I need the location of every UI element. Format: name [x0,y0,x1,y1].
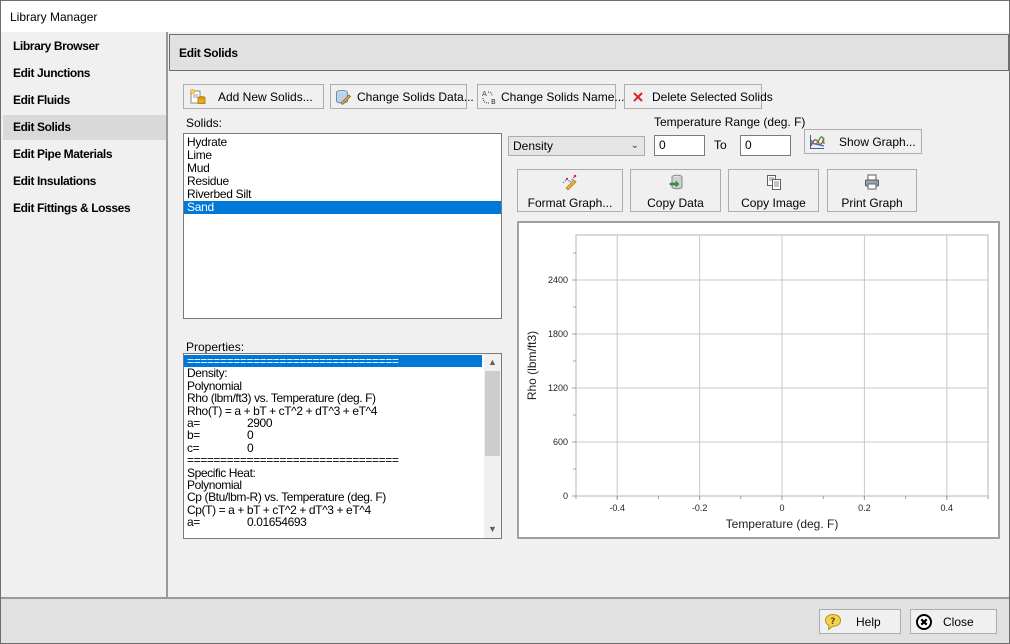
y-axis-label: Rho (lbm/ft3) [525,331,539,400]
svg-text:?: ? [830,617,835,627]
add-new-solids-label: Add New Solids... [218,89,313,104]
sidebar-item-edit-fittings-losses[interactable]: Edit Fittings & Losses [3,196,166,221]
library-manager-window: Library Manager Library Browser Edit Jun… [0,0,1010,644]
sidebar-item-edit-solids[interactable]: Edit Solids [3,115,166,140]
copy-data-button[interactable]: Copy Data [630,169,721,212]
close-button[interactable]: Close [910,609,997,634]
density-chart: -0.4 -0.2 0 0.2 0.4 0 600 1200 1800 2400 Temperatu… [517,221,1000,539]
coefficient-value: 0.01654693 [247,515,307,530]
x-tick-label: -0.2 [692,503,708,513]
property-line: Density: [187,366,228,381]
property-select-value: Density [513,139,554,153]
solid-item-sand[interactable]: Sand [184,201,501,214]
edit-solids-panel: Edit Solids Add New Solids... Change Sol… [169,32,1009,597]
change-solids-name-button[interactable]: AB Change Solids Name... [477,84,624,109]
sidebar-item-edit-junctions[interactable]: Edit Junctions [3,61,166,86]
rename-icon: AB [481,89,497,106]
delete-x-icon [630,89,646,105]
sidebar: Library Browser Edit Junctions Edit Flui… [1,32,168,597]
chart-svg: -0.4 -0.2 0 0.2 0.4 0 600 1200 1800 2400 Temperatu… [525,234,989,531]
solids-label: Solids: [186,116,223,130]
property-coefficient: a= 0.01654693 [184,515,482,530]
format-pencil-icon [562,174,578,191]
solid-item-hydrate[interactable]: Hydrate [184,136,501,149]
copy-image-label: Copy Image [741,196,806,210]
footer-bar: ? Help Close [1,597,1009,643]
format-graph-button[interactable]: Format Graph... [517,169,623,212]
add-database-icon [190,88,206,105]
coefficient-key: a= [187,515,200,530]
delete-selected-solids-button[interactable]: Delete Selected Solids [624,84,773,109]
property-line: Cp(T) = a + bT + cT^2 + dT^3 + eT^4 [187,502,371,517]
properties-textbox[interactable]: ================================ Density… [183,353,502,539]
edit-database-icon [335,89,351,105]
print-graph-label: Print Graph [841,196,903,210]
scroll-thumb[interactable] [485,371,500,456]
show-graph-label: Show Graph... [839,134,916,149]
property-select[interactable]: Density ⌄ [508,136,645,156]
change-solids-name-label: Change Solids Name... [501,89,625,104]
panel-title: Edit Solids [179,46,238,60]
title-bar: Library Manager [1,1,1009,32]
temperature-to-input[interactable]: 0 [740,135,791,156]
close-circle-icon [915,613,933,631]
scroll-up-icon[interactable]: ▲ [484,354,501,371]
change-solids-data-button[interactable]: Change Solids Data... [330,84,474,109]
properties-scrollbar[interactable]: ▲ ▼ [484,354,501,538]
y-tick-label: 600 [553,437,568,447]
help-label: Help [856,614,881,629]
x-tick-label: 0 [779,503,784,513]
x-axis-label: Temperature (deg. F) [726,517,839,531]
copy-icon [766,174,782,190]
property-line: Cp (Btu/lbm-R) vs. Temperature (deg. F) [187,490,386,505]
change-solids-data-label: Change Solids Data... [357,89,474,104]
graph-icon [809,134,825,150]
y-tick-label: 0 [563,491,568,501]
scroll-down-icon[interactable]: ▼ [484,521,501,538]
solid-item-riverbed-silt[interactable]: Riverbed Silt [184,188,501,201]
coefficient-key: b= [187,428,200,443]
property-line: ================================ [184,355,482,367]
property-line: Rho(T) = a + bT + cT^2 + dT^3 + eT^4 [187,403,378,418]
show-graph-button[interactable]: Show Graph... [804,129,922,154]
svg-text:A: A [482,90,487,98]
window-title: Library Manager [10,10,98,24]
solids-listbox[interactable]: Hydrate Lime Mud Residue Riverbed Silt S… [183,133,502,319]
svg-text:B: B [491,98,496,105]
x-tick-label: -0.4 [609,503,625,513]
delete-selected-solids-label: Delete Selected Solids [652,89,773,104]
copy-image-button[interactable]: Copy Image [728,169,819,212]
solid-item-mud[interactable]: Mud [184,162,501,175]
properties-label: Properties: [186,340,245,354]
property-coefficient: a= 2900 [184,417,482,430]
to-label: To [714,138,727,152]
x-tick-label: 0.2 [858,503,871,513]
copy-data-label: Copy Data [647,196,704,210]
help-icon: ? [824,613,842,631]
panel-header: Edit Solids [169,34,1009,71]
y-tick-label: 1800 [548,329,568,339]
sidebar-item-edit-fluids[interactable]: Edit Fluids [3,88,166,113]
property-line: Rho (lbm/ft3) vs. Temperature (deg. F) [187,391,376,406]
format-graph-label: Format Graph... [527,196,613,210]
printer-icon [864,174,880,190]
temperature-from-input[interactable]: 0 [654,135,705,156]
y-tick-label: 2400 [548,275,568,285]
sidebar-item-library-browser[interactable]: Library Browser [3,34,166,59]
close-label: Close [943,614,974,629]
solid-item-lime[interactable]: Lime [184,149,501,162]
print-graph-button[interactable]: Print Graph [827,169,917,212]
help-button[interactable]: ? Help [819,609,901,634]
sidebar-item-edit-insulations[interactable]: Edit Insulations [3,169,166,194]
add-new-solids-button[interactable]: Add New Solids... [183,84,324,109]
property-coefficient: b= 0 [184,428,482,443]
sidebar-item-edit-pipe-materials[interactable]: Edit Pipe Materials [3,142,166,167]
copy-data-icon [668,174,684,190]
x-tick-label: 0.4 [941,503,954,513]
chevron-down-icon: ⌄ [630,140,639,151]
property-line: ================================ [187,453,399,468]
y-tick-label: 1200 [548,383,568,393]
temperature-range-label: Temperature Range (deg. F) [654,115,806,129]
